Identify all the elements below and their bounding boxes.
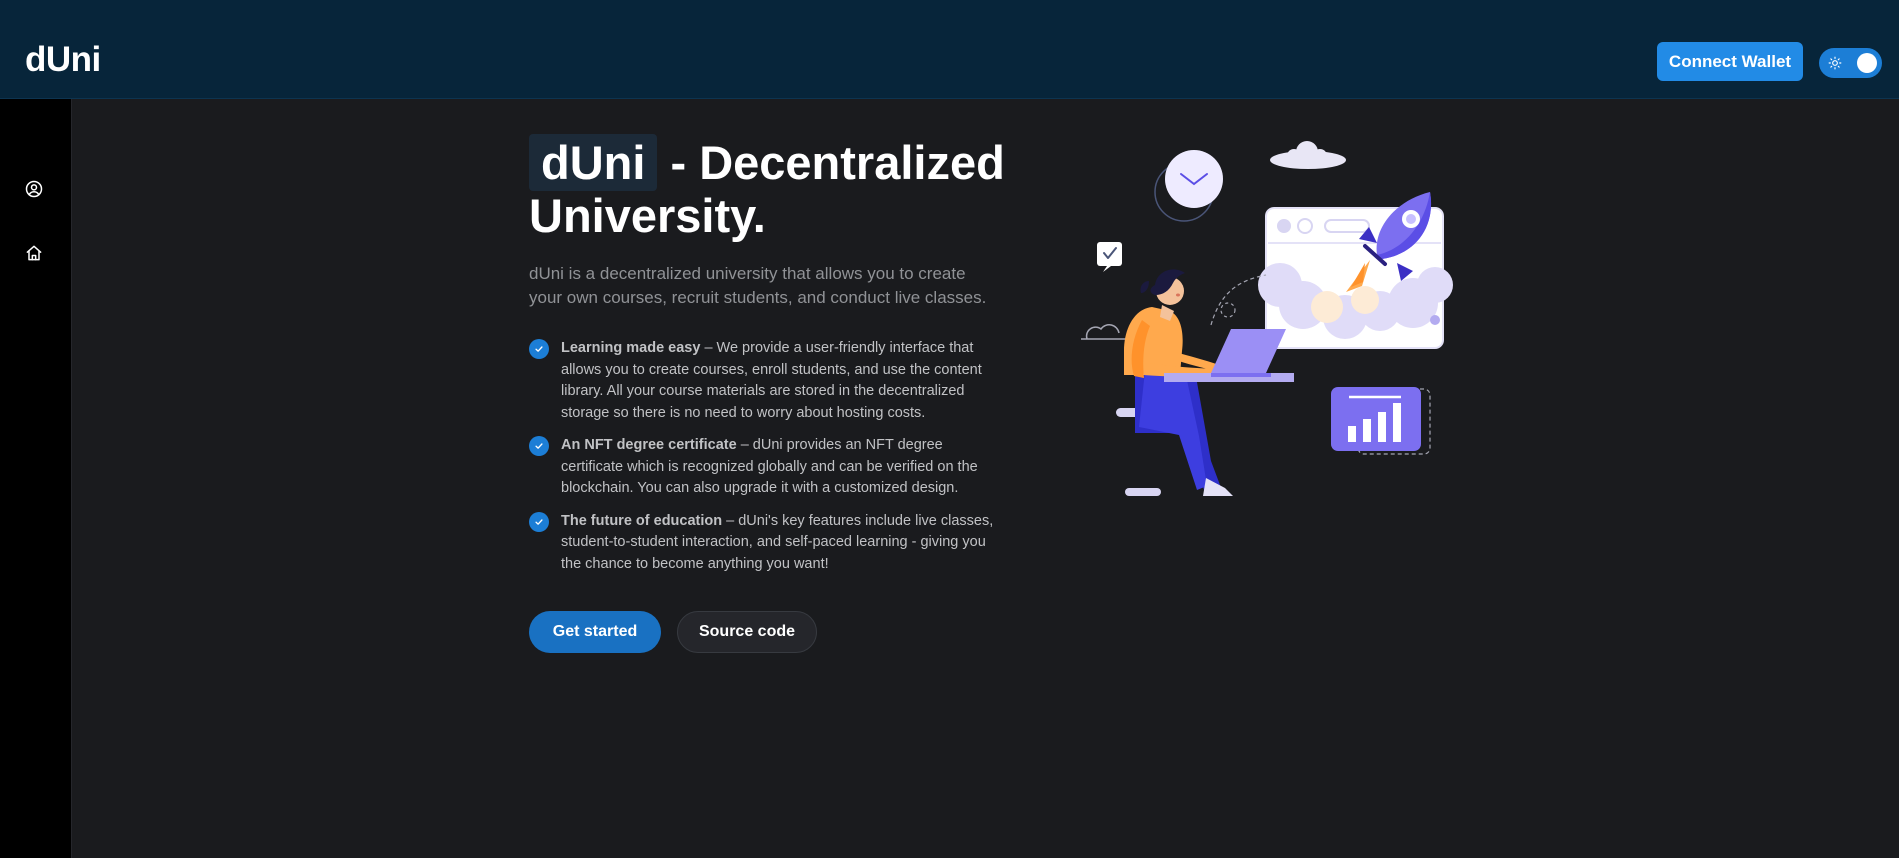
check-bubble-icon	[1097, 242, 1122, 266]
get-started-button[interactable]: Get started	[529, 611, 661, 653]
clock-icon	[1165, 150, 1223, 208]
sun-icon	[1828, 56, 1842, 70]
home-icon[interactable]	[24, 243, 44, 263]
cloud-icon	[1270, 141, 1346, 169]
hero-description: dUni is a decentralized university that …	[529, 264, 987, 307]
hero-illustration	[1081, 141, 1453, 496]
user-circle-icon[interactable]	[24, 179, 44, 199]
hero-title: dUni - Decentralized University.	[529, 134, 1029, 242]
feature-title: An NFT degree certificate	[561, 437, 737, 453]
feature-title: Learning made easy	[561, 340, 701, 356]
feature-list: Learning made easy – We provide a user-f…	[529, 338, 1004, 586]
feature-item: The future of education – dUni's key fea…	[529, 511, 1004, 576]
check-icon	[529, 436, 549, 456]
cloud-outline-icon	[1081, 324, 1129, 340]
feature-item: Learning made easy – We provide a user-f…	[529, 338, 1004, 424]
theme-toggle[interactable]	[1819, 48, 1882, 78]
app-header: dUni Connect Wallet	[0, 0, 1899, 99]
connect-wallet-button[interactable]: Connect Wallet	[1657, 42, 1803, 81]
check-icon	[529, 511, 549, 532]
app-logo[interactable]: dUni	[25, 40, 101, 80]
feature-title: The future of education	[561, 512, 723, 529]
feature-item: An NFT degree certificate – dUni provide…	[529, 435, 1004, 500]
sidebar	[0, 99, 72, 858]
title-highlight: dUni	[529, 134, 658, 191]
toggle-knob	[1857, 53, 1877, 73]
check-icon	[529, 339, 549, 359]
source-code-button[interactable]: Source code	[677, 611, 817, 653]
